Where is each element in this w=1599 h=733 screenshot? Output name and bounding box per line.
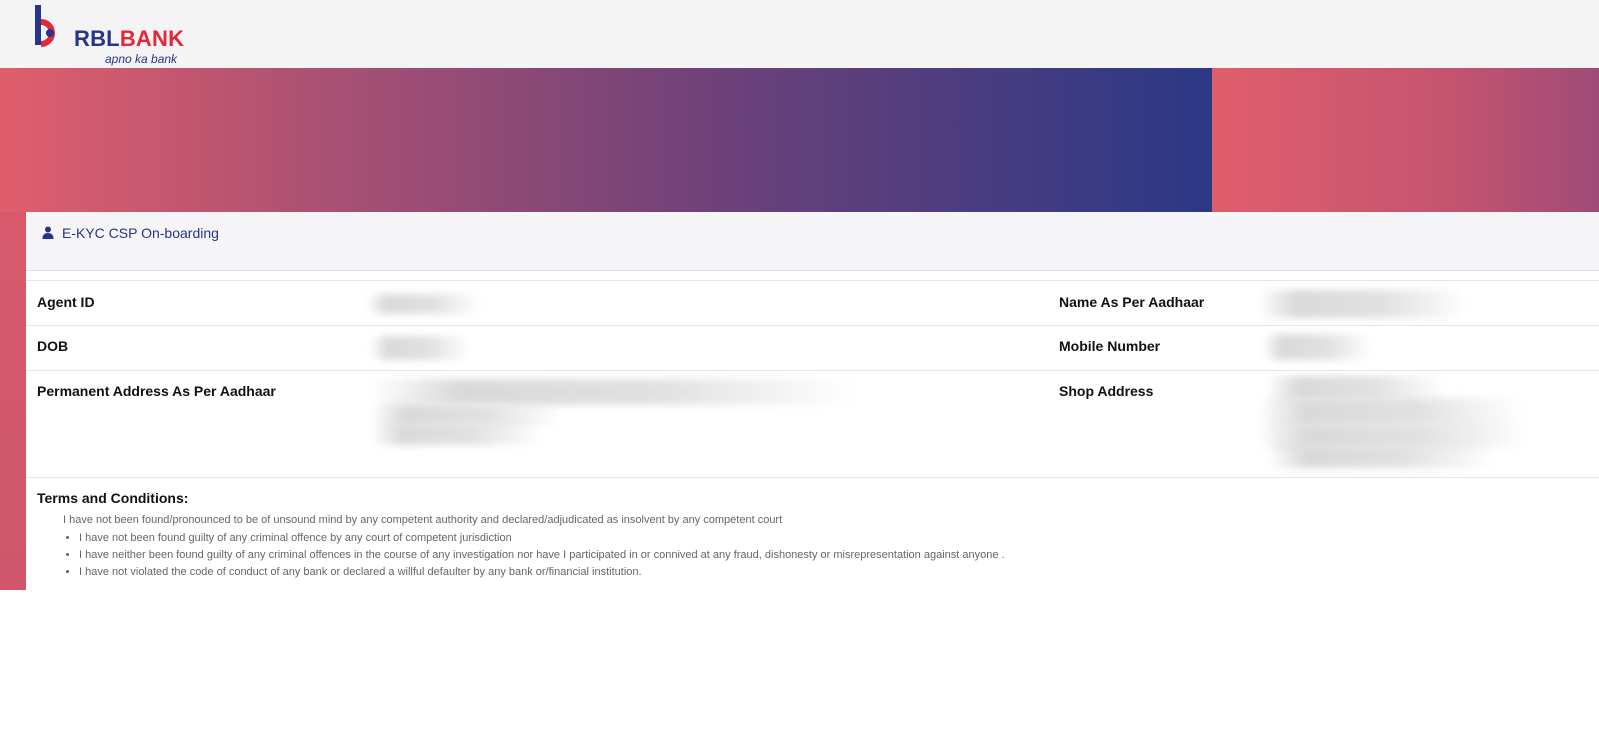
dob-label: DOB — [37, 338, 69, 354]
permanent-address-line3-redacted — [371, 423, 541, 445]
shop-address-line2-redacted — [1258, 398, 1523, 426]
rbl-bank-logo[interactable]: RBLBANK apno ka bank — [34, 4, 194, 66]
terms-list: I have not been found guilty of any crim… — [63, 530, 1005, 581]
terms-heading: Terms and Conditions: — [37, 490, 189, 506]
terms-item: I have neither been found guilty of any … — [79, 547, 1005, 564]
permanent-address-line1-redacted — [371, 379, 856, 405]
dob-value-redacted — [370, 336, 470, 360]
row-divider — [26, 280, 1599, 281]
agent-id-value-redacted — [366, 294, 481, 314]
name-value-redacted — [1258, 290, 1468, 318]
bank-name-part2: BANK — [119, 26, 185, 51]
shop-address-line4-redacted — [1266, 444, 1496, 468]
bank-name: RBLBANK — [74, 26, 184, 52]
card-title: E-KYC CSP On-boarding — [62, 225, 219, 241]
terms-item: I have not violated the code of conduct … — [79, 564, 1005, 581]
mobile-value-redacted — [1262, 334, 1372, 360]
hero-banner-right — [1212, 68, 1599, 212]
card-header: E-KYC CSP On-boarding — [26, 212, 1599, 271]
ekyc-card: E-KYC CSP On-boarding Agent ID Name As P… — [26, 212, 1599, 733]
shop-address-label: Shop Address — [1059, 383, 1154, 399]
row-divider — [26, 477, 1599, 478]
shop-address-line1-redacted — [1266, 376, 1446, 400]
terms-intro: I have not been found/pronounced to be o… — [63, 514, 783, 526]
agent-id-label: Agent ID — [37, 294, 95, 310]
rbl-logo-mark-icon — [35, 5, 55, 47]
hero-banner — [0, 68, 1212, 212]
mobile-number-label: Mobile Number — [1059, 338, 1161, 354]
side-accent-strip — [0, 212, 26, 590]
bank-name-part1: RBL — [74, 26, 120, 51]
top-header: RBLBANK apno ka bank — [0, 0, 1599, 68]
user-icon — [42, 226, 54, 239]
permanent-address-label: Permanent Address As Per Aadhaar — [37, 383, 276, 399]
terms-item: I have not been found guilty of any crim… — [79, 530, 1005, 547]
bank-tagline: apno ka bank — [105, 52, 178, 66]
name-as-per-aadhaar-label: Name As Per Aadhaar — [1059, 294, 1205, 310]
row-divider — [26, 370, 1599, 371]
row-divider — [26, 325, 1599, 326]
